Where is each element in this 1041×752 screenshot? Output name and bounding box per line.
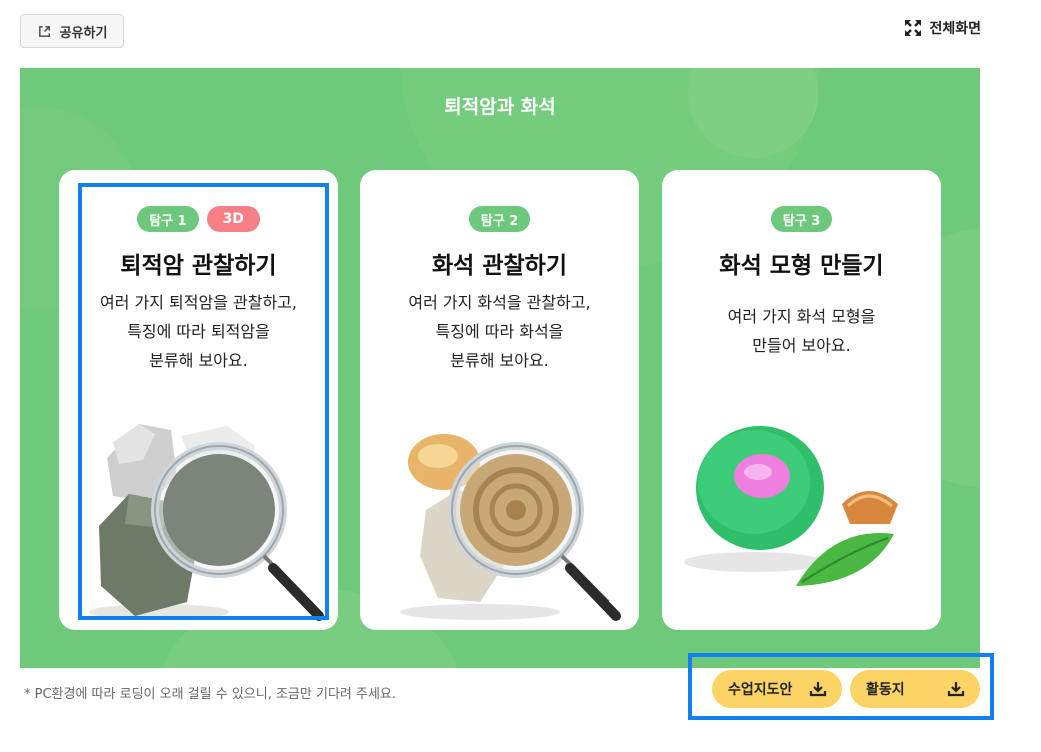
desc-line: 분류해 보아요. [450, 351, 549, 370]
card-title: 화석 관찰하기 [432, 253, 567, 279]
card-description: 여러 가지 화석 모형을 만들어 보아요. [662, 302, 941, 360]
fullscreen-icon [905, 20, 922, 36]
desc-line: 여러 가지 화석을 관찰하고, [408, 293, 591, 312]
card-fossil-model[interactable]: 탐구 3 화석 모형 만들기 여러 가지 화석 모형을 만들어 보아요. [662, 170, 941, 630]
desc-line: 특징에 따라 퇴적암을 [127, 322, 270, 341]
lesson-plan-label: 수업지도안 [728, 682, 793, 698]
card-title: 화석 모형 만들기 [719, 253, 884, 279]
loading-note: * PC환경에 따라 로딩이 오래 걸릴 수 있으니, 조금만 기다려 주세요. [24, 687, 397, 702]
card-description: 여러 가지 화석을 관찰하고, 특징에 따라 화석을 분류해 보아요. [360, 288, 639, 375]
inquiry-badge: 탐구 3 [770, 206, 833, 232]
card-description: 여러 가지 퇴적암을 관찰하고, 특징에 따라 퇴적암을 분류해 보아요. [59, 288, 338, 375]
fullscreen-button[interactable]: 전체화면 [903, 16, 981, 40]
fullscreen-label: 전체화면 [929, 21, 981, 37]
download-icon [947, 682, 965, 697]
desc-line: 여러 가지 퇴적암을 관찰하고, [100, 293, 297, 312]
desc-line: 특징에 따라 화석을 [435, 322, 564, 341]
clay-model-illustration [684, 426, 898, 586]
share-button[interactable]: 공유하기 [20, 14, 124, 48]
worksheet-download-button[interactable]: 활동지 [850, 670, 980, 708]
card-badges: 탐구 3 [662, 206, 941, 232]
desc-line: 여러 가지 화석 모형을 [727, 307, 876, 326]
fossil-magnifier-illustration [400, 434, 621, 621]
share-label: 공유하기 [59, 25, 108, 41]
3d-badge: 3D [206, 206, 260, 232]
worksheet-label: 활동지 [866, 682, 905, 698]
desc-line: 분류해 보아요. [149, 351, 248, 370]
activity-stage: 퇴적암과 화석 탐구 1 3D 퇴적암 관찰하기 여러 가지 퇴적암을 관찰하고… [20, 68, 980, 668]
card-badges: 탐구 1 3D [59, 206, 338, 232]
desc-line: 만들어 보아요. [752, 336, 851, 355]
card-sedimentary-rock[interactable]: 탐구 1 3D 퇴적암 관찰하기 여러 가지 퇴적암을 관찰하고, 특징에 따라… [59, 170, 338, 630]
lesson-plan-download-button[interactable]: 수업지도안 [712, 670, 842, 708]
share-icon [38, 25, 50, 37]
card-title: 퇴적암 관찰하기 [120, 253, 277, 279]
card-fossil[interactable]: 탐구 2 화석 관찰하기 여러 가지 화석을 관찰하고, 특징에 따라 화석을 … [360, 170, 639, 630]
rocks-magnifier-illustration [89, 424, 324, 621]
card-badges: 탐구 2 [360, 206, 639, 232]
stage-title: 퇴적암과 화석 [444, 96, 556, 118]
download-icon [809, 682, 827, 697]
inquiry-badge: 탐구 2 [468, 206, 531, 232]
inquiry-badge: 탐구 1 [137, 206, 199, 232]
